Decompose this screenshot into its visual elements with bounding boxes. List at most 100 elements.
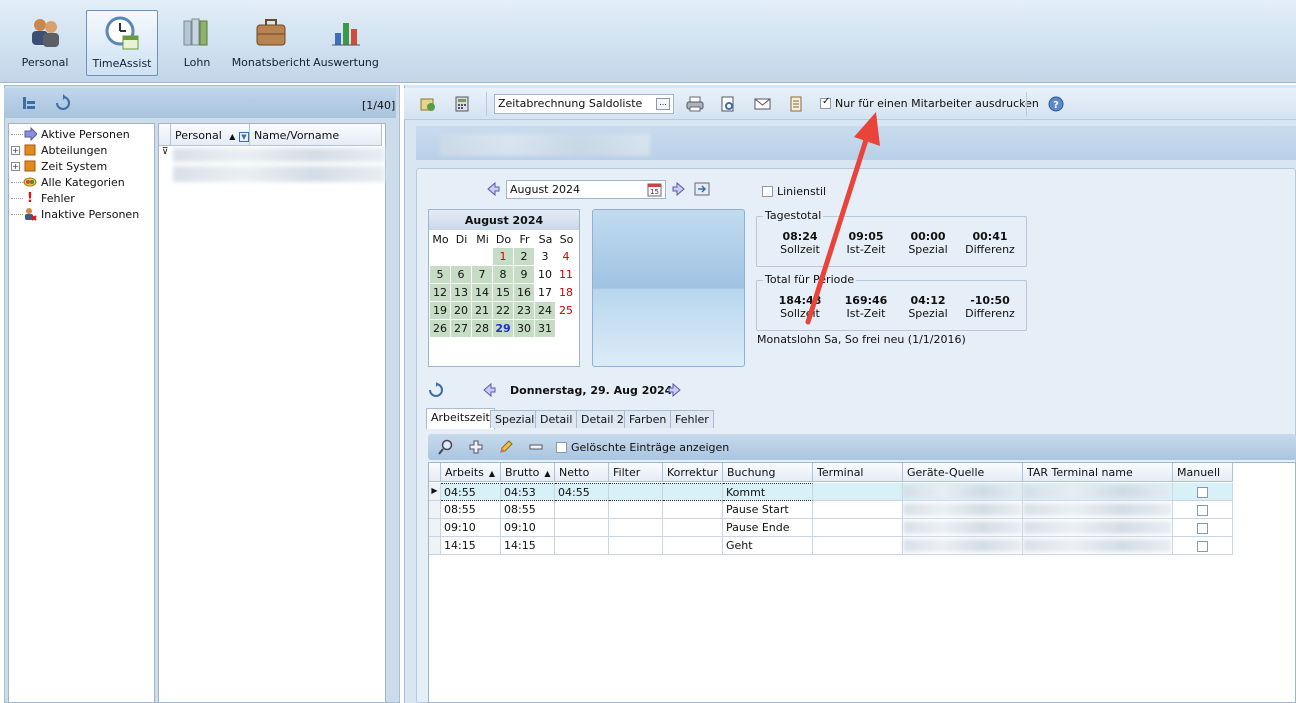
table-cell[interactable] [663,537,723,555]
table-cell[interactable] [609,519,663,537]
calendar-day[interactable]: 2 [514,248,535,266]
column-header-personal[interactable]: Personal ▲ ▼ [171,124,250,146]
module-lohn[interactable]: Lohn [168,10,226,76]
tree-item-abteilungen[interactable]: + Abteilungen [11,142,107,158]
expand-icon[interactable]: + [11,161,20,171]
manuell-cell[interactable] [1173,483,1233,501]
email-icon[interactable] [754,96,771,112]
table-cell[interactable] [663,501,723,519]
table-cell[interactable] [903,537,1023,555]
row-indicator[interactable] [429,519,441,537]
edit-icon[interactable] [498,439,514,455]
calendar-day[interactable]: 28 [472,320,493,338]
row-indicator[interactable] [429,537,441,555]
table-cell[interactable] [663,483,723,501]
table-cell[interactable] [609,501,663,519]
table-cell[interactable] [1023,483,1173,501]
tab-fehler[interactable]: Fehler [670,410,714,428]
module-auswertung[interactable]: Auswertung [313,10,379,76]
table-cell[interactable] [813,501,903,519]
add-icon[interactable] [468,439,484,455]
single-employee-checkbox[interactable]: ✓ Nur für einen Mitarbeiter ausdrucken [820,96,1039,110]
person-row-redacted[interactable] [173,166,385,182]
module-personal[interactable]: Personal [10,10,80,76]
table-cell[interactable]: 08:55 [441,501,501,519]
column-header[interactable]: Brutto ▲ [501,463,555,482]
table-cell[interactable] [813,483,903,501]
checkbox-unchecked[interactable] [1197,522,1208,534]
calendar-day[interactable]: 26 [430,320,451,338]
expand-icon[interactable]: + [11,145,20,155]
tree-item-aktive-personen[interactable]: Aktive Personen [11,126,130,142]
calendar-day[interactable]: 1 [493,248,514,266]
calendar-day[interactable]: 29 [493,320,514,338]
remove-icon[interactable] [528,439,544,455]
goto-today-icon[interactable] [694,182,710,196]
table-cell[interactable]: Kommt [723,483,813,501]
printer-icon[interactable] [686,96,704,112]
tab-spezial[interactable]: Spezial [490,410,540,428]
table-cell[interactable] [555,537,609,555]
calendar-day[interactable]: 30 [514,320,535,338]
calendar-day[interactable]: 18 [556,284,577,302]
table-cell[interactable] [903,519,1023,537]
module-monatsbericht[interactable]: Monatsbericht [232,10,310,76]
calendar-day[interactable]: 13 [451,284,472,302]
settings-calendar-icon[interactable] [420,96,436,112]
table-cell[interactable] [813,537,903,555]
column-header[interactable]: TAR Terminal name [1023,463,1173,482]
table-cell[interactable]: Pause Start [723,501,813,519]
filter-row-redacted[interactable] [173,148,385,162]
calendar-day[interactable]: 9 [514,266,535,284]
tab-detail-2[interactable]: Detail 2 [576,410,629,428]
prev-day-arrow-icon[interactable] [482,382,496,398]
table-cell[interactable] [903,501,1023,519]
show-deleted-checkbox[interactable]: Gelöschte Einträge anzeigen [556,441,729,454]
calendar-day[interactable]: 19 [430,302,451,320]
month-input[interactable]: August 2024 15 [506,180,666,199]
tab-farben[interactable]: Farben [624,410,672,428]
calendar-day[interactable]: 31 [535,320,556,338]
calendar-day[interactable]: 10 [535,266,556,284]
table-cell[interactable] [609,537,663,555]
calendar-day[interactable]: 24 [535,302,556,320]
row-indicator[interactable] [429,501,441,519]
help-icon[interactable]: ? [1048,96,1064,112]
linienstil-checkbox[interactable]: Linienstil [762,185,826,198]
search-icon[interactable] [438,439,454,455]
column-header[interactable]: Filter [609,463,663,482]
calendar-day[interactable]: 21 [472,302,493,320]
next-day-arrow-icon[interactable] [668,382,682,398]
row-indicator[interactable]: ▶ [429,483,441,501]
table-cell[interactable] [813,519,903,537]
table-cell[interactable]: 04:55 [441,483,501,501]
table-cell[interactable]: 09:10 [501,519,555,537]
tree-item-zeit-system[interactable]: + Zeit System [11,158,107,174]
calendar-day[interactable]: 4 [556,248,577,266]
table-cell[interactable]: 14:15 [501,537,555,555]
table-cell[interactable]: 04:53 [501,483,555,501]
refresh-day-icon[interactable] [428,382,444,398]
checkbox-unchecked[interactable] [1197,504,1208,516]
column-header[interactable]: Buchung [723,463,813,482]
filter-icon[interactable]: ▼ [238,132,249,142]
column-header-name[interactable]: Name/Vorname [250,124,382,146]
checkbox-unchecked[interactable] [762,186,773,197]
table-cell[interactable] [663,519,723,537]
document-icon[interactable] [788,96,804,112]
table-cell[interactable]: 09:10 [441,519,501,537]
tab-detail[interactable]: Detail [535,410,578,428]
column-header[interactable]: Terminal [813,463,903,482]
column-header[interactable]: Manuell [1173,463,1233,482]
checkbox-checked[interactable]: ✓ [820,96,831,109]
checkbox-unchecked[interactable] [556,442,567,453]
table-cell[interactable]: 08:55 [501,501,555,519]
tree-item-fehler[interactable]: ! Fehler [11,190,75,206]
prev-month-arrow-icon[interactable] [486,181,500,197]
calendar-day[interactable]: 16 [514,284,535,302]
layout-icon[interactable] [20,94,38,112]
manuell-cell[interactable] [1173,519,1233,537]
report-browse-button[interactable]: ... [656,98,670,110]
table-cell[interactable]: Geht [723,537,813,555]
table-cell[interactable]: Pause Ende [723,519,813,537]
